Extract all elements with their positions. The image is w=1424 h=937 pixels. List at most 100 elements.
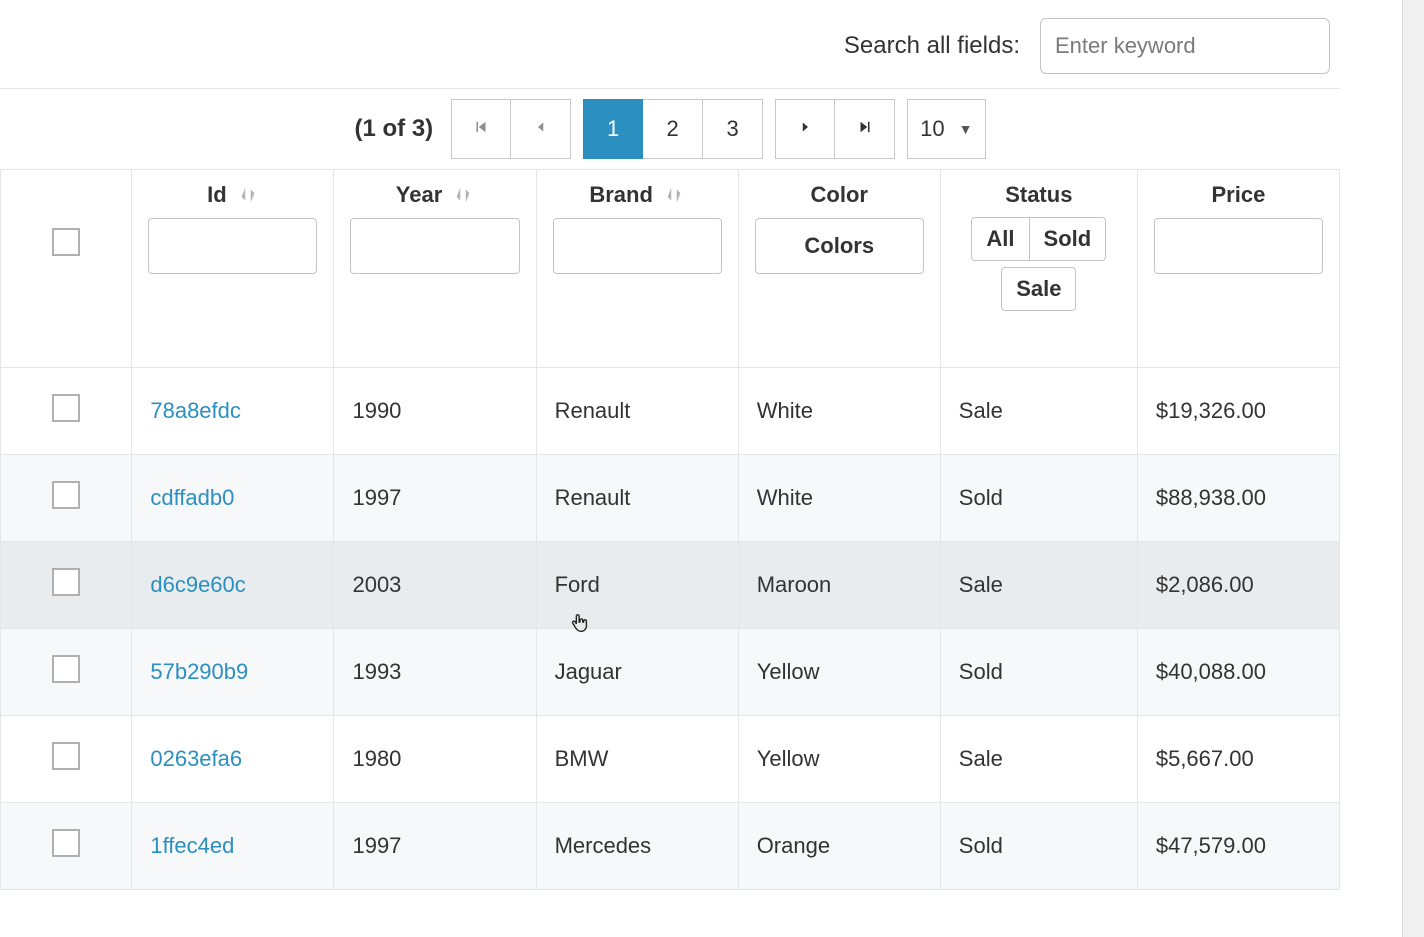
cell-year: 1990 bbox=[334, 368, 536, 455]
cell-color: Orange bbox=[738, 803, 940, 890]
row-select-cell bbox=[1, 368, 132, 455]
id-link[interactable]: 0263efa6 bbox=[150, 746, 242, 771]
header-label-price: Price bbox=[1212, 182, 1266, 208]
cell-year: 1980 bbox=[334, 716, 536, 803]
cell-year: 2003 bbox=[334, 542, 536, 629]
chevron-right-icon bbox=[796, 116, 814, 142]
cell-brand: Renault bbox=[536, 368, 738, 455]
filter-input-id[interactable] bbox=[148, 218, 317, 274]
cell-id: d6c9e60c bbox=[132, 542, 334, 629]
cell-status: Sold bbox=[940, 803, 1137, 890]
col-header-select bbox=[1, 170, 132, 368]
cell-year: 1997 bbox=[334, 455, 536, 542]
cell-brand: Mercedes bbox=[536, 803, 738, 890]
cell-year: 1993 bbox=[334, 629, 536, 716]
sort-icon bbox=[452, 184, 474, 206]
row-select-checkbox[interactable] bbox=[52, 829, 80, 857]
cell-id: 1ffec4ed bbox=[132, 803, 334, 890]
sort-icon bbox=[237, 184, 259, 206]
header-label-year: Year bbox=[396, 182, 443, 208]
cell-year: 1997 bbox=[334, 803, 536, 890]
filter-input-year[interactable] bbox=[350, 218, 519, 274]
id-link[interactable]: 1ffec4ed bbox=[150, 833, 234, 858]
status-filter-all[interactable]: All bbox=[971, 217, 1029, 261]
table-row[interactable]: 78a8efdc 1990RenaultWhiteSale$19,326.00 bbox=[1, 368, 1340, 455]
filter-select-color-value: Colors bbox=[804, 233, 874, 259]
row-select-cell bbox=[1, 542, 132, 629]
page-number-button[interactable]: 2 bbox=[643, 99, 703, 159]
row-select-checkbox[interactable] bbox=[52, 394, 80, 422]
id-link[interactable]: 57b290b9 bbox=[150, 659, 248, 684]
cell-color: Yellow bbox=[738, 629, 940, 716]
cell-id: 0263efa6 bbox=[132, 716, 334, 803]
last-page-icon bbox=[856, 116, 874, 142]
cell-id: 57b290b9 bbox=[132, 629, 334, 716]
page-number-button[interactable]: 1 bbox=[583, 99, 643, 159]
row-select-cell bbox=[1, 716, 132, 803]
cell-status: Sale bbox=[940, 542, 1137, 629]
first-page-button[interactable] bbox=[451, 99, 511, 159]
table-row[interactable]: 57b290b91993JaguarYellowSold$40,088.00 bbox=[1, 629, 1340, 716]
cell-brand: Ford bbox=[536, 542, 738, 629]
cell-price: $19,326.00 bbox=[1137, 368, 1339, 455]
last-page-button[interactable] bbox=[835, 99, 895, 159]
col-header-brand[interactable]: Brand bbox=[536, 170, 738, 368]
sort-icon bbox=[663, 184, 685, 206]
table-row[interactable]: d6c9e60c2003FordMaroonSale$2,086.00 bbox=[1, 542, 1340, 629]
table-row[interactable]: 0263efa61980BMWYellowSale$5,667.00 bbox=[1, 716, 1340, 803]
id-link[interactable]: cdffadb0 bbox=[150, 485, 234, 510]
filter-input-price[interactable] bbox=[1154, 218, 1323, 274]
page-number-button[interactable]: 3 bbox=[703, 99, 763, 159]
chevron-down-icon: ▼ bbox=[959, 121, 973, 137]
cell-price: $47,579.00 bbox=[1137, 803, 1339, 890]
col-header-color: Color Colors bbox=[738, 170, 940, 368]
filter-input-brand[interactable] bbox=[553, 218, 722, 274]
header-label-color: Color bbox=[811, 182, 868, 208]
row-select-checkbox[interactable] bbox=[52, 568, 80, 596]
row-select-cell bbox=[1, 629, 132, 716]
col-header-id[interactable]: Id bbox=[132, 170, 334, 368]
id-link[interactable]: d6c9e60c bbox=[150, 572, 245, 597]
id-link[interactable]: 78a8efdc bbox=[150, 398, 241, 423]
row-select-cell bbox=[1, 803, 132, 890]
data-table: Id Year bbox=[0, 169, 1340, 890]
col-header-status: Status All Sold Sale bbox=[940, 170, 1137, 368]
first-page-icon bbox=[472, 116, 490, 142]
row-select-checkbox[interactable] bbox=[52, 742, 80, 770]
row-select-checkbox[interactable] bbox=[52, 655, 80, 683]
cell-id: cdffadb0 bbox=[132, 455, 334, 542]
cell-status: Sold bbox=[940, 455, 1137, 542]
cell-brand: Renault bbox=[536, 455, 738, 542]
cell-id: 78a8efdc bbox=[132, 368, 334, 455]
cell-status: Sale bbox=[940, 716, 1137, 803]
scrollbar[interactable] bbox=[1402, 0, 1424, 937]
row-select-cell bbox=[1, 455, 132, 542]
header-label-status: Status bbox=[1005, 182, 1072, 208]
status-filter-sold[interactable]: Sold bbox=[1029, 217, 1107, 261]
status-filter-sale[interactable]: Sale bbox=[1001, 267, 1076, 311]
paginator: (1 of 3) 123 bbox=[0, 89, 1340, 169]
rows-per-page-value: 10 bbox=[920, 116, 944, 142]
table-row[interactable]: cdffadb0 1997RenaultWhiteSold$88,938.00 bbox=[1, 455, 1340, 542]
header-label-id: Id bbox=[207, 182, 227, 208]
search-input[interactable] bbox=[1040, 18, 1330, 74]
col-header-price: Price bbox=[1137, 170, 1339, 368]
cell-brand: BMW bbox=[536, 716, 738, 803]
rows-per-page-select[interactable]: 10 ▼ bbox=[907, 99, 985, 159]
cell-color: White bbox=[738, 368, 940, 455]
cell-status: Sale bbox=[940, 368, 1137, 455]
cell-price: $88,938.00 bbox=[1137, 455, 1339, 542]
cell-status: Sold bbox=[940, 629, 1137, 716]
cell-brand: Jaguar bbox=[536, 629, 738, 716]
table-row[interactable]: 1ffec4ed 1997MercedesOrangeSold$47,579.00 bbox=[1, 803, 1340, 890]
col-header-year[interactable]: Year bbox=[334, 170, 536, 368]
cell-color: White bbox=[738, 455, 940, 542]
filter-select-color[interactable]: Colors bbox=[755, 218, 924, 274]
search-label: Search all fields: bbox=[844, 32, 1020, 60]
next-page-button[interactable] bbox=[775, 99, 835, 159]
row-select-checkbox[interactable] bbox=[52, 481, 80, 509]
cell-color: Maroon bbox=[738, 542, 940, 629]
prev-page-button[interactable] bbox=[511, 99, 571, 159]
cell-price: $5,667.00 bbox=[1137, 716, 1339, 803]
select-all-checkbox[interactable] bbox=[52, 228, 80, 256]
